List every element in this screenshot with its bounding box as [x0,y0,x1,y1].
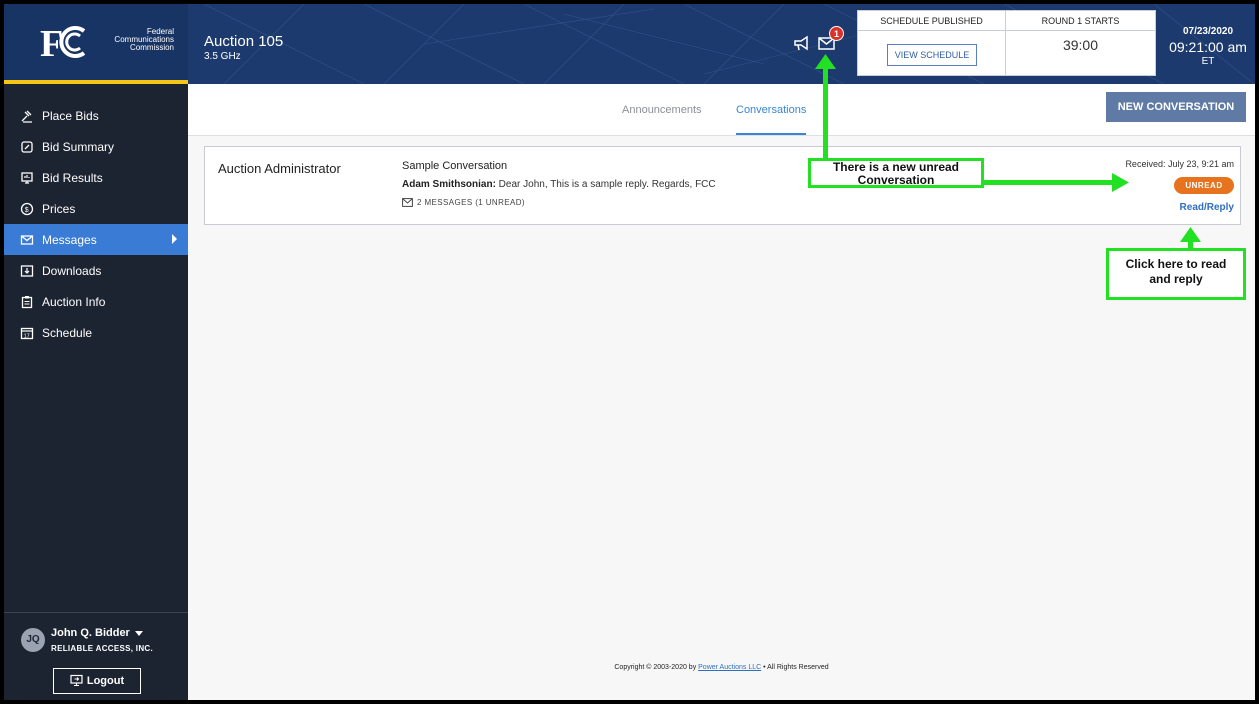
sidebar-item-label: Schedule [42,326,93,340]
unread-callout: There is a new unread Conversation [808,158,984,188]
sidebar-item-messages[interactable]: Messages [4,224,188,255]
sidebar-item-label: Messages [42,233,97,247]
sidebar: Place Bids Bid Summary Bid Results $ Pri… [4,84,188,700]
preview-author: Adam Smithsonian: [402,179,496,190]
bid-results-icon [21,172,33,184]
current-date: 07/23/2020 [1182,26,1234,37]
auction-title: Auction 105 [204,33,284,50]
schedule-panel: SCHEDULE PUBLISHED VIEW SCHEDULE ROUND 1… [857,10,1156,76]
round-start: ROUND 1 STARTS 39:00 [1006,11,1155,75]
round-start-label: ROUND 1 STARTS [1006,11,1155,31]
user-panel: JQ John Q. Bidder RELIABLE ACCESS, INC. … [4,612,188,700]
power-auctions-link[interactable]: Power Auctions LLC [698,664,761,671]
sidebar-item-place-bids[interactable]: Place Bids [4,100,188,131]
clipboard-icon [21,296,33,309]
fcc-name: Federal Communications Commission [100,28,174,52]
conversation-preview: Adam Smithsonian: Dear John, This is a s… [402,179,716,190]
message-count-text: 2 MESSAGES (1 UNREAD) [417,198,525,207]
sidebar-item-label: Place Bids [42,109,99,123]
sidebar-item-prices[interactable]: $ Prices [4,193,188,224]
envelope-icon [402,198,413,207]
sidebar-item-schedule[interactable]: 17 Schedule [4,317,188,348]
round-timer: 39:00 [1062,37,1099,53]
read-callout-line1: Click here to read [1125,257,1227,271]
conversation-from: Auction Administrator [218,161,341,176]
top-header: F Federal Communications Commission Auct… [4,4,1255,84]
sidebar-item-bid-results[interactable]: Bid Results [4,162,188,193]
new-conversation-button[interactable]: NEW CONVERSATION [1106,92,1246,122]
message-count: 2 MESSAGES (1 UNREAD) [402,198,525,207]
tab-conversations[interactable]: Conversations [736,104,807,135]
copyright-prefix: Copyright © 2003-2020 by [614,664,699,671]
sidebar-item-label: Downloads [42,264,102,278]
auction-subtitle: 3.5 GHz [204,51,241,62]
megaphone-icon[interactable] [791,32,813,54]
sidebar-item-label: Bid Summary [42,140,115,154]
calendar-icon: 17 [20,327,34,340]
sidebar-item-auction-info[interactable]: Auction Info [4,286,188,317]
user-organization: RELIABLE ACCESS, INC. [51,644,154,653]
svg-text:17: 17 [24,334,30,340]
sidebar-item-bid-summary[interactable]: Bid Summary [4,131,188,162]
logout-label: Logout [86,675,125,687]
avatar: JQ [21,628,45,652]
footer: Copyright © 2003-2020 by Power Auctions … [188,664,1255,671]
org-name-line3: Commission [129,43,174,52]
sidebar-item-label: Prices [42,202,76,216]
copyright-suffix: • All Rights Reserved [761,664,829,671]
unread-status-badge: UNREAD [1174,177,1234,194]
unread-count-badge: 1 [829,26,844,41]
view-schedule-button[interactable]: VIEW SCHEDULE [887,44,977,66]
timezone: ET [1201,56,1215,67]
logout-button[interactable]: Logout [53,668,141,694]
schedule-status-label: SCHEDULE PUBLISHED [858,11,1005,31]
fcc-logo-block[interactable]: F Federal Communications Commission [4,4,188,84]
caret-down-icon [134,630,143,636]
conversation-row[interactable]: Auction Administrator Sample Conversatio… [204,146,1241,225]
read-reply-link[interactable]: Read/Reply [1180,202,1234,213]
read-callout-line2: and reply [1149,272,1203,286]
received-timestamp: Received: July 23, 9:21 am [1125,159,1234,169]
user-name: John Q. Bidder [51,627,130,639]
download-icon [20,265,34,277]
user-menu[interactable]: John Q. Bidder [51,627,143,639]
prices-icon: $ [20,202,34,216]
arrow-head-read [1180,227,1201,242]
app-frame: F Federal Communications Commission Auct… [4,4,1255,700]
read-reply-callout: Click here to read and reply [1106,248,1246,300]
gavel-icon [21,110,32,123]
sidebar-item-downloads[interactable]: Downloads [4,255,188,286]
chevron-right-icon [172,234,177,244]
preview-text: Dear John, This is a sample reply. Regar… [495,179,716,190]
current-time: 09:21:00 am [1169,39,1247,55]
logout-icon [70,674,83,687]
schedule-status: SCHEDULE PUBLISHED VIEW SCHEDULE [858,11,1006,75]
conversation-subject: Sample Conversation [402,160,508,172]
unread-callout-line2: Conversation [857,173,935,187]
fcc-logo-icon: F [40,23,86,62]
sidebar-item-label: Bid Results [42,171,103,185]
current-datetime: 07/23/2020 09:21:00 am ET [1164,26,1252,67]
sidebar-item-label: Auction Info [42,295,106,309]
message-tabs-bar: Announcements Conversations NEW CONVERSA… [188,84,1255,136]
envelope-icon [20,235,34,245]
svg-text:$: $ [25,207,29,214]
tab-announcements[interactable]: Announcements [622,104,702,116]
bid-summary-icon [21,141,33,153]
